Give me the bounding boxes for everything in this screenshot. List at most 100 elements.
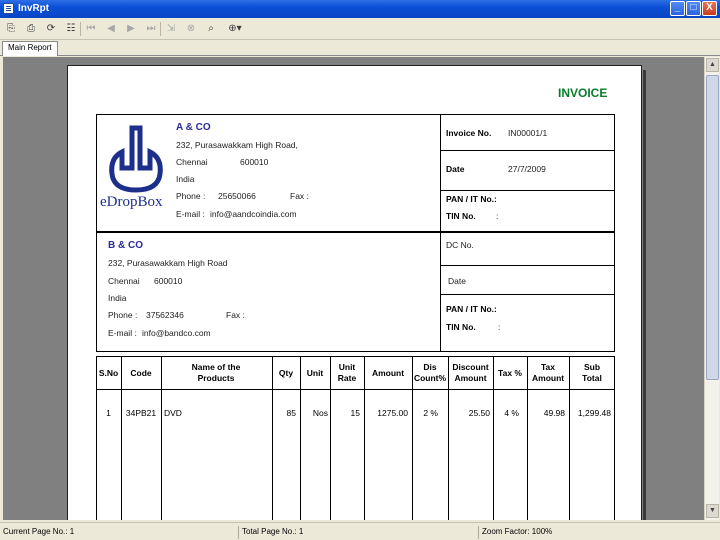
seller-pincode: 600010 bbox=[240, 157, 269, 167]
table-col-divider bbox=[161, 356, 162, 520]
table-col-divider bbox=[493, 356, 494, 520]
buyer-fax-label: Fax : bbox=[226, 310, 245, 320]
app-icon bbox=[3, 3, 14, 14]
page-shadow bbox=[643, 70, 646, 520]
col-header-qty: Qty bbox=[278, 368, 294, 378]
seller-address: 232, Purasawakkam High Road, bbox=[176, 140, 298, 150]
close-button[interactable]: X bbox=[702, 1, 717, 16]
buyer-tin-label: TIN No. bbox=[446, 322, 476, 332]
tree-icon[interactable]: ☷ bbox=[64, 22, 78, 36]
col-header-amount: Amount bbox=[371, 368, 405, 378]
invoice-date: 27/7/2009 bbox=[508, 164, 546, 174]
cell-product: DVD bbox=[164, 408, 182, 418]
cell-sno: 1 bbox=[106, 408, 111, 418]
maximize-button[interactable]: □ bbox=[686, 1, 701, 16]
table-col-divider bbox=[300, 356, 301, 520]
buyer-name: B & CO bbox=[108, 240, 143, 251]
window-title: InvRpt bbox=[18, 3, 50, 14]
vertical-scrollbar[interactable]: ▲ ▼ bbox=[704, 57, 719, 520]
status-bar: Current Page No.: 1 Total Page No.: 1 Zo… bbox=[0, 522, 720, 540]
refresh-icon[interactable]: ⟳ bbox=[44, 22, 58, 36]
toolbar-separator bbox=[160, 22, 161, 36]
logo-text: eDropBox bbox=[100, 194, 163, 210]
tab-main-report[interactable]: Main Report bbox=[2, 41, 58, 56]
divider bbox=[440, 294, 615, 295]
report-viewer-window: InvRpt _ □ X ⎘ ⎙ ⟳ ☷ ⏮ ◀ ▶ ⏭ ⇲ ⊗ ⌕ ⊕▾ Ma… bbox=[0, 0, 720, 540]
cell-sub-total: 1,299.48 bbox=[577, 408, 611, 418]
toolbar-separator bbox=[80, 22, 81, 36]
status-current-page: Current Page No.: 1 bbox=[3, 527, 75, 536]
scroll-down-icon[interactable]: ▼ bbox=[706, 504, 719, 518]
dc-no-label: DC No. bbox=[446, 240, 474, 250]
seller-country: India bbox=[176, 174, 195, 184]
col-header-tax-amount: Tax Amount bbox=[532, 362, 565, 383]
table-col-divider bbox=[121, 356, 122, 520]
title-bar: InvRpt _ □ X bbox=[0, 0, 720, 18]
tin-label: TIN No. bbox=[446, 211, 476, 221]
report-viewport: INVOICE eDropBox A & CO 232, Purasawakka… bbox=[3, 57, 704, 520]
zoom-icon[interactable]: ⊕▾ bbox=[224, 22, 246, 36]
pan-label: PAN / IT No.: bbox=[446, 194, 497, 204]
cell-discount-pct: 2 % bbox=[423, 408, 438, 418]
col-header-product: Name of the Products bbox=[191, 362, 241, 383]
col-header-discount-pct: Dis Count% bbox=[413, 362, 447, 383]
print-icon[interactable]: ⎙ bbox=[24, 22, 38, 36]
buyer-phone-label: Phone : bbox=[108, 310, 138, 320]
buyer-address: 232, Purasawakkam High Road bbox=[108, 258, 228, 268]
prev-page-icon[interactable]: ◀ bbox=[104, 22, 118, 36]
divider bbox=[440, 190, 615, 191]
col-header-discount-amount: Discount Amount bbox=[452, 362, 489, 383]
buyer-email: info@bandco.com bbox=[142, 328, 211, 338]
col-header-sno: S.No bbox=[98, 368, 119, 378]
cell-qty: 85 bbox=[286, 408, 296, 418]
invoice-heading: INVOICE bbox=[558, 86, 608, 100]
goto-icon[interactable]: ⇲ bbox=[164, 22, 178, 36]
invoice-no: IN00001/1 bbox=[508, 128, 548, 138]
divider bbox=[440, 265, 615, 266]
buyer-city: Chennai bbox=[108, 276, 140, 286]
buyer-pincode: 600010 bbox=[154, 276, 183, 286]
buyer-tin-colon: : bbox=[498, 322, 501, 332]
buyer-country: India bbox=[108, 293, 127, 303]
seller-email-label: E-mail : bbox=[176, 209, 205, 219]
status-total-page: Total Page No.: 1 bbox=[238, 526, 476, 539]
seller-name: A & CO bbox=[176, 122, 211, 133]
cell-discount-amount: 25.50 bbox=[468, 408, 490, 418]
buyer-pan-label: PAN / IT No.: bbox=[446, 304, 497, 314]
minimize-button[interactable]: _ bbox=[670, 1, 685, 16]
col-header-unit-rate: Unit Rate bbox=[337, 362, 357, 383]
table-col-divider bbox=[527, 356, 528, 520]
tin-colon: : bbox=[496, 211, 499, 221]
next-page-icon[interactable]: ▶ bbox=[124, 22, 138, 36]
cell-tax-pct: 4 % bbox=[504, 408, 519, 418]
seller-phone-label: Phone : bbox=[176, 191, 206, 201]
seller-fax-label: Fax : bbox=[290, 191, 309, 201]
scroll-thumb[interactable] bbox=[706, 75, 719, 380]
stop-icon[interactable]: ⊗ bbox=[184, 22, 198, 36]
last-page-icon[interactable]: ⏭ bbox=[144, 22, 158, 36]
cell-amount: 1275.00 bbox=[377, 408, 408, 418]
col-header-unit: Unit bbox=[306, 368, 324, 378]
cell-unit: Nos bbox=[312, 408, 328, 418]
buyer-email-label: E-mail : bbox=[108, 328, 137, 338]
export-icon[interactable]: ⎘ bbox=[4, 22, 18, 36]
report-page: INVOICE eDropBox A & CO 232, Purasawakka… bbox=[67, 65, 646, 520]
cell-tax-amount: 49.98 bbox=[543, 408, 565, 418]
col-header-code: Code bbox=[130, 368, 152, 378]
table-col-divider bbox=[330, 356, 331, 520]
table-col-divider bbox=[272, 356, 273, 520]
find-icon[interactable]: ⌕ bbox=[204, 22, 218, 36]
divider bbox=[440, 150, 615, 151]
table-col-divider bbox=[364, 356, 365, 520]
first-page-icon[interactable]: ⏮ bbox=[84, 22, 98, 36]
invoice-no-label: Invoice No. bbox=[446, 128, 492, 138]
scroll-up-icon[interactable]: ▲ bbox=[706, 58, 719, 72]
buyer-phone: 37562346 bbox=[146, 310, 184, 320]
tab-strip: Main Report bbox=[0, 40, 720, 56]
cell-code: 34PB21 bbox=[125, 408, 157, 418]
status-zoom: Zoom Factor: 100% bbox=[478, 526, 718, 539]
cell-unit-rate: 15 bbox=[350, 408, 360, 418]
table-col-divider bbox=[569, 356, 570, 520]
buyer-date-label: Date bbox=[448, 276, 466, 286]
seller-phone: 25650066 bbox=[218, 191, 256, 201]
